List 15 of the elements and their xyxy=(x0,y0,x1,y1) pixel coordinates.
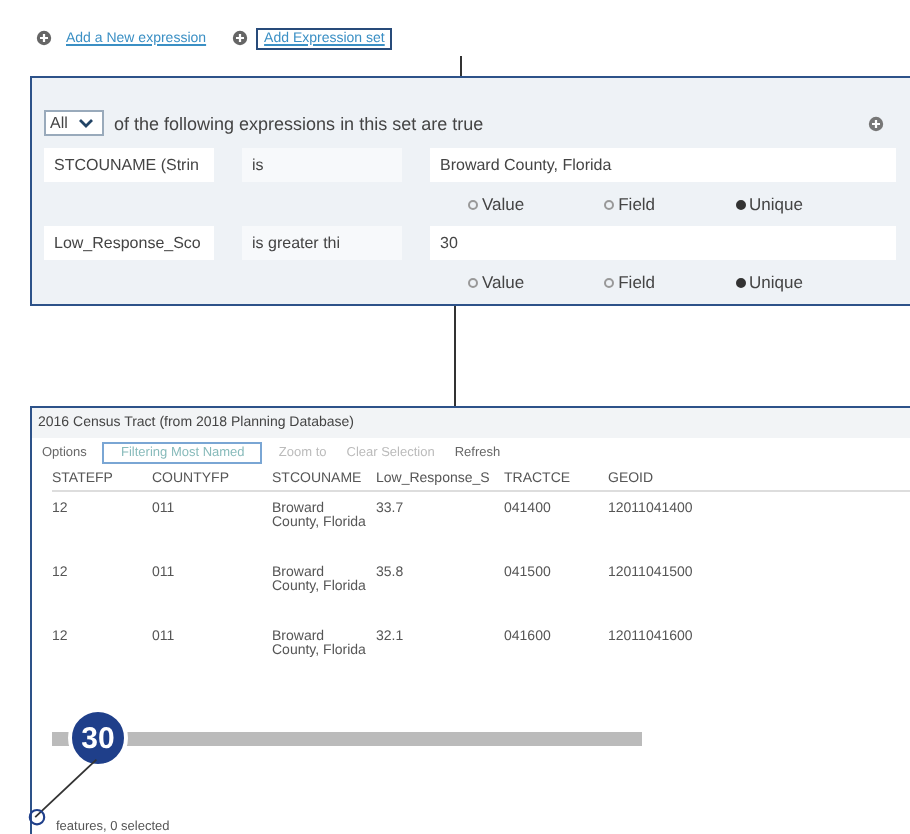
field-dropdown[interactable]: STCOUNAME (Strin xyxy=(44,148,214,182)
mode-dropdown[interactable]: All xyxy=(44,110,104,136)
field-dropdown[interactable]: Low_Response_Sco xyxy=(44,226,214,260)
operator-dropdown[interactable]: is greater thi xyxy=(242,226,402,260)
callout-badge: 30 xyxy=(68,708,128,768)
radio-option[interactable]: Unique xyxy=(735,194,803,214)
radio-option[interactable]: Value xyxy=(468,272,525,292)
value-field[interactable]: Broward County, Florida xyxy=(430,148,896,182)
radio-option[interactable]: Value xyxy=(468,194,525,214)
radio-option[interactable]: Field xyxy=(604,194,656,214)
radio-option[interactable]: Field xyxy=(604,272,656,292)
operator-dropdown[interactable]: is xyxy=(242,148,402,182)
value-field[interactable]: 30 xyxy=(430,226,896,260)
set-caption: of the following expressions in this set are true xyxy=(114,113,484,133)
radio-option[interactable]: Unique xyxy=(735,272,803,292)
